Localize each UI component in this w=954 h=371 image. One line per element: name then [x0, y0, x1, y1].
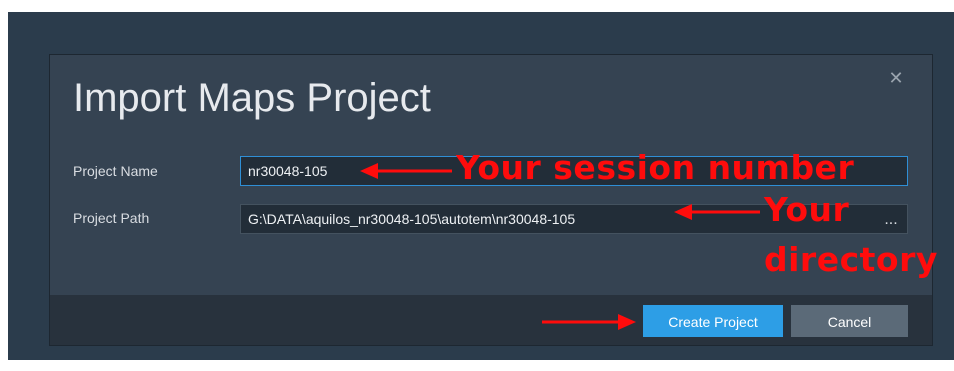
session-number-annotation: Your session number	[456, 148, 855, 187]
directory-annotation-line1: Your	[764, 190, 850, 229]
directory-annotation-line2: directory	[764, 240, 938, 279]
session-arrow	[360, 163, 452, 179]
create-arrow	[542, 314, 636, 330]
directory-arrow	[674, 204, 760, 220]
